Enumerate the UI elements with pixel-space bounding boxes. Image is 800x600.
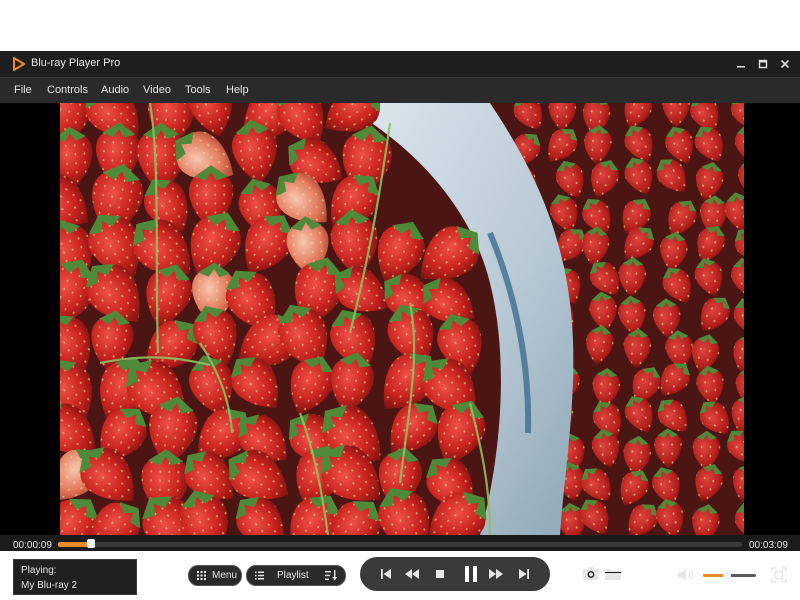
- menu-button-label: Menu: [212, 570, 238, 581]
- menu-video[interactable]: Video: [143, 84, 171, 96]
- seek-bar-handle[interactable]: [86, 539, 95, 548]
- playlist-button-label: Playlist: [277, 570, 309, 581]
- grid-icon: [197, 571, 206, 580]
- next-icon[interactable]: [516, 566, 532, 582]
- volume-icon[interactable]: [676, 566, 694, 584]
- title-bar: Blu-ray Player Pro: [0, 51, 800, 77]
- menu-bar: File Controls Audio Video Tools Help: [0, 77, 800, 104]
- previous-icon[interactable]: [378, 566, 394, 582]
- close-button[interactable]: [774, 51, 796, 77]
- menu-audio[interactable]: Audio: [101, 84, 129, 96]
- pause-icon[interactable]: [461, 564, 481, 584]
- fullscreen-icon[interactable]: [771, 567, 787, 583]
- app-logo-icon: [13, 57, 25, 71]
- sort-order-icon[interactable]: [325, 570, 337, 581]
- current-time: 00:00:09: [13, 540, 52, 551]
- video-frame[interactable]: [60, 103, 744, 535]
- transport-controls: [360, 557, 550, 591]
- snapshot-icon[interactable]: [582, 565, 600, 583]
- seek-bar-fill: [58, 542, 91, 547]
- now-playing-title: My Blu-ray 2: [21, 580, 78, 591]
- rewind-icon[interactable]: [404, 566, 420, 582]
- list-icon: [255, 571, 264, 580]
- video-image: [60, 103, 744, 535]
- open-folder-icon[interactable]: [604, 565, 622, 583]
- player-window: Blu-ray Player Pro File Controls Audio V…: [0, 51, 800, 595]
- volume-slider-handle[interactable]: [722, 571, 731, 580]
- app-title: Blu-ray Player Pro: [31, 57, 121, 69]
- volume-slider[interactable]: [703, 571, 756, 580]
- menu-file[interactable]: File: [14, 84, 32, 96]
- menu-controls[interactable]: Controls: [47, 84, 88, 96]
- stop-icon[interactable]: [432, 566, 448, 582]
- close-icon: [780, 59, 790, 69]
- seek-bar[interactable]: [58, 539, 742, 548]
- now-playing-label: Playing:: [21, 565, 57, 576]
- now-playing-box: Playing: My Blu-ray 2: [13, 559, 137, 595]
- minimize-icon: [737, 66, 745, 68]
- video-area[interactable]: [0, 103, 800, 535]
- maximize-icon: [758, 59, 768, 69]
- playlist-button[interactable]: Playlist: [246, 565, 346, 586]
- menu-button[interactable]: Menu: [188, 565, 242, 586]
- maximize-button[interactable]: [752, 51, 774, 77]
- fast-forward-icon[interactable]: [488, 566, 504, 582]
- total-time: 00:03:09: [749, 540, 788, 551]
- minimize-button[interactable]: [730, 51, 752, 77]
- menu-help[interactable]: Help: [226, 84, 249, 96]
- menu-tools[interactable]: Tools: [185, 84, 211, 96]
